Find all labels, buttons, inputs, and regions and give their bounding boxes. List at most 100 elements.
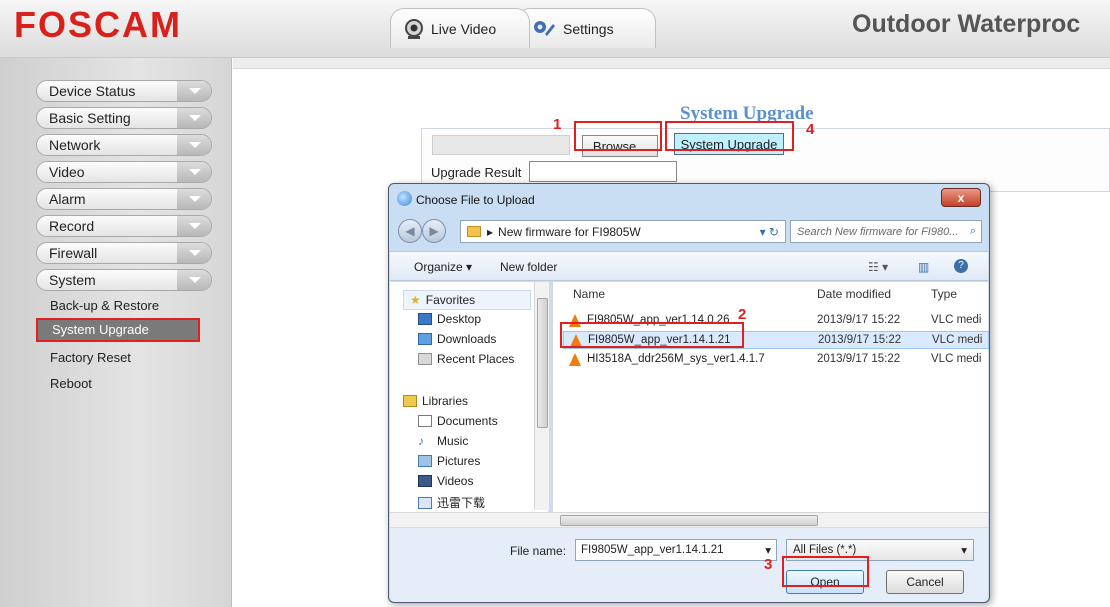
file-type: VLC medi <box>931 314 982 326</box>
close-button[interactable]: x <box>941 188 981 207</box>
nav-favorites[interactable]: ★ Favorites <box>403 290 531 310</box>
nav-libraries[interactable]: Libraries <box>403 394 468 408</box>
nav-label: Music <box>437 434 469 448</box>
chevron-down-icon <box>177 108 211 128</box>
sub-backup-restore[interactable]: Back-up & Restore <box>50 298 159 313</box>
videos-icon <box>418 475 432 487</box>
organize-menu[interactable]: Organize ▾ <box>414 260 472 274</box>
file-type-value: All Files (*.*) <box>793 544 857 556</box>
tab-live-video[interactable]: Live Video <box>390 8 530 48</box>
file-date: 2013/9/17 15:22 <box>818 334 902 346</box>
view-options-icon[interactable]: ☷ ▾ <box>868 260 888 274</box>
menu-label: Basic Setting <box>49 110 131 126</box>
nav-label: Videos <box>437 474 474 488</box>
pictures-icon <box>418 455 432 467</box>
file-row-selected[interactable]: FI9805W_app_ver1.14.1.21 2013/9/17 15:22… <box>563 331 989 349</box>
nav-downloads[interactable]: Downloads <box>418 332 496 346</box>
dialog-title: Choose File to Upload <box>416 193 535 207</box>
sub-system-upgrade[interactable]: System Upgrade <box>36 318 200 342</box>
file-row[interactable]: FI9805W_app_ver1.14.0.26 2013/9/17 15:22… <box>563 312 989 330</box>
menu-record[interactable]: Record <box>36 215 212 237</box>
chevron-down-icon <box>177 162 211 182</box>
horizontal-scroll-thumb[interactable] <box>560 515 818 526</box>
cancel-button[interactable]: Cancel <box>886 570 964 594</box>
annotation-3: 3 <box>764 556 773 573</box>
open-button[interactable]: Open <box>786 570 864 594</box>
help-icon[interactable]: ? <box>954 259 968 273</box>
browse-button[interactable]: Browse... <box>582 135 658 157</box>
forward-arrow-icon[interactable]: ▶ <box>422 219 446 243</box>
menu-network[interactable]: Network <box>36 134 212 156</box>
back-arrow-icon[interactable]: ◀ <box>398 219 422 243</box>
app-header: FOSCAM Live Video Settings Outdoor Water… <box>0 0 1110 58</box>
dialog-footer: File name: FI9805W_app_ver1.14.1.21 ▾ Al… <box>390 528 988 602</box>
nav-recent-places[interactable]: Recent Places <box>418 352 514 366</box>
file-name: FI9805W_app_ver1.14.0.26 <box>587 314 730 326</box>
menu-basic-setting[interactable]: Basic Setting <box>36 107 212 129</box>
file-row[interactable]: HI3518A_ddr256M_sys_ver1.4.1.7 2013/9/17… <box>563 351 989 369</box>
upgrade-result-label: Upgrade Result <box>431 165 522 180</box>
chevron-down-icon <box>177 81 211 101</box>
file-name-value: FI9805W_app_ver1.14.1.21 <box>581 544 724 556</box>
menu-label: System <box>49 272 96 288</box>
vlc-file-icon <box>570 334 582 347</box>
vlc-file-icon <box>569 314 581 327</box>
vlc-file-icon <box>569 353 581 366</box>
preview-pane-icon[interactable]: ▥ <box>918 260 929 274</box>
menu-system[interactable]: System <box>36 269 212 291</box>
column-type[interactable]: Type <box>931 287 957 301</box>
refresh-icon[interactable]: ▾ ↻ <box>760 225 779 239</box>
nav-videos[interactable]: Videos <box>418 474 473 488</box>
search-input[interactable]: Search New firmware for FI980... ⌕ <box>790 220 982 243</box>
menu-alarm[interactable]: Alarm <box>36 188 212 210</box>
horizontal-scrollbar[interactable] <box>390 512 988 527</box>
top-tabs: Live Video Settings <box>390 8 670 48</box>
nav-desktop[interactable]: Desktop <box>418 312 481 326</box>
star-icon: ★ <box>410 293 421 307</box>
menu-firewall[interactable]: Firewall <box>36 242 212 264</box>
tab-settings[interactable]: Settings <box>516 8 656 48</box>
sub-factory-reset[interactable]: Factory Reset <box>50 350 131 365</box>
new-folder-button[interactable]: New folder <box>500 260 557 274</box>
dialog-titlebar[interactable]: Choose File to Upload x <box>389 184 989 214</box>
nav-label: Libraries <box>422 394 469 408</box>
menu-label: Device Status <box>49 83 136 99</box>
foscam-logo: FOSCAM <box>14 4 182 45</box>
file-upload-dialog: Choose File to Upload x ◀ ▶ ▸ New firmwa… <box>388 183 990 603</box>
nav-pictures[interactable]: Pictures <box>418 454 480 468</box>
tab-live-video-label: Live Video <box>431 20 497 37</box>
file-type-select[interactable]: All Files (*.*) ▾ <box>786 539 974 561</box>
ie-icon <box>397 191 412 206</box>
nav-label: Desktop <box>437 312 482 326</box>
chevron-down-icon[interactable]: ▾ <box>765 543 771 557</box>
libraries-icon <box>403 395 417 407</box>
navigation-pane: ★ Favorites Desktop Downloads Recent Pla… <box>390 282 549 512</box>
nav-label: Favorites <box>425 293 476 307</box>
file-type: VLC medi <box>932 334 983 346</box>
nav-thunder-downloads[interactable]: 迅雷下载 <box>418 494 485 511</box>
nav-scrollbar[interactable] <box>534 282 549 510</box>
path-breadcrumb[interactable]: ▸ New firmware for FI9805W ▾ ↻ <box>460 220 786 243</box>
menu-video[interactable]: Video <box>36 161 212 183</box>
file-date: 2013/9/17 15:22 <box>817 353 901 365</box>
camera-icon <box>405 18 423 39</box>
system-upgrade-button[interactable]: System Upgrade <box>674 133 784 155</box>
file-name-field[interactable]: FI9805W_app_ver1.14.1.21 ▾ <box>575 539 777 561</box>
file-date: 2013/9/17 15:22 <box>817 314 901 326</box>
annotation-1: 1 <box>553 116 562 133</box>
folder-icon <box>467 226 481 237</box>
nav-scroll-thumb[interactable] <box>537 298 548 428</box>
column-date-modified[interactable]: Date modified <box>817 287 891 301</box>
chevron-down-icon <box>177 270 211 290</box>
sub-reboot[interactable]: Reboot <box>50 376 92 391</box>
file-path-field[interactable] <box>432 135 570 155</box>
nav-music[interactable]: ♪ Music <box>418 434 468 448</box>
column-name[interactable]: Name <box>573 287 605 301</box>
upgrade-result-field[interactable] <box>529 161 677 182</box>
menu-device-status[interactable]: Device Status <box>36 80 212 102</box>
nav-documents[interactable]: Documents <box>418 414 498 428</box>
download-folder-icon <box>418 496 432 509</box>
search-icon: ⌕ <box>969 225 976 237</box>
menu-label: Network <box>49 137 101 153</box>
chevron-down-icon: ▾ <box>961 545 967 557</box>
